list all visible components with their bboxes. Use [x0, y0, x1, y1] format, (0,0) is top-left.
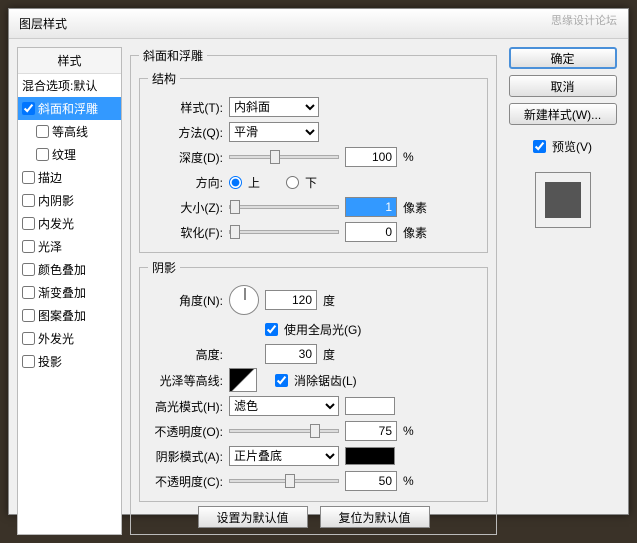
- soften-input[interactable]: [345, 222, 397, 242]
- preview-checkbox[interactable]: [533, 140, 546, 153]
- soften-label: 软化(F):: [148, 224, 223, 241]
- sidebar-blending-options[interactable]: 混合选项:默认: [18, 74, 121, 97]
- sidebar-item-外发光[interactable]: 外发光: [18, 327, 121, 350]
- right-panel: 确定 取消 新建样式(W)... 预览(V): [505, 47, 620, 535]
- angle-input[interactable]: [265, 290, 317, 310]
- sidebar-item-label: 颜色叠加: [38, 261, 86, 278]
- sidebar-item-斜面和浮雕[interactable]: 斜面和浮雕: [18, 97, 121, 120]
- sidebar-item-label: 纹理: [52, 146, 76, 163]
- sidebar-item-label: 内阴影: [38, 192, 74, 209]
- sidebar-checkbox[interactable]: [22, 102, 35, 115]
- style-select[interactable]: 内斜面: [229, 97, 319, 117]
- shading-fieldset: 阴影 角度(N): 度 使用全局光(G) 高度:: [139, 259, 488, 502]
- ok-button[interactable]: 确定: [509, 47, 617, 69]
- shadow-mode-select[interactable]: 正片叠底: [229, 446, 339, 466]
- highlight-color-swatch[interactable]: [345, 397, 395, 415]
- sidebar-checkbox[interactable]: [22, 355, 35, 368]
- sidebar-checkbox[interactable]: [36, 125, 49, 138]
- style-label: 样式(T):: [148, 99, 223, 116]
- sidebar-item-label: 图案叠加: [38, 307, 86, 324]
- make-default-button[interactable]: 设置为默认值: [198, 506, 308, 528]
- sidebar-item-颜色叠加[interactable]: 颜色叠加: [18, 258, 121, 281]
- sidebar-checkbox[interactable]: [22, 332, 35, 345]
- sidebar-item-label: 斜面和浮雕: [38, 100, 98, 117]
- size-input[interactable]: [345, 197, 397, 217]
- layer-style-dialog: 图层样式 样式 混合选项:默认 斜面和浮雕等高线纹理描边内阴影内发光光泽颜色叠加…: [8, 8, 629, 515]
- watermark-text: 思缘设计论坛: [551, 12, 617, 28]
- sidebar-checkbox[interactable]: [22, 286, 35, 299]
- sidebar-item-光泽[interactable]: 光泽: [18, 235, 121, 258]
- sidebar-item-渐变叠加[interactable]: 渐变叠加: [18, 281, 121, 304]
- technique-select[interactable]: 平滑: [229, 122, 319, 142]
- sidebar-item-label: 外发光: [38, 330, 74, 347]
- sidebar-item-label: 描边: [38, 169, 62, 186]
- new-style-button[interactable]: 新建样式(W)...: [509, 103, 617, 125]
- sidebar-item-label: 内发光: [38, 215, 74, 232]
- sidebar-item-label: 渐变叠加: [38, 284, 86, 301]
- size-label: 大小(Z):: [148, 199, 223, 216]
- structure-fieldset: 结构 样式(T): 内斜面 方法(Q): 平滑 深度(D): %: [139, 70, 488, 253]
- sidebar-checkbox[interactable]: [22, 217, 35, 230]
- shadow-opacity-slider[interactable]: [229, 479, 339, 483]
- sidebar-item-内阴影[interactable]: 内阴影: [18, 189, 121, 212]
- preview-swatch: [535, 172, 591, 228]
- highlight-mode-select[interactable]: 滤色: [229, 396, 339, 416]
- highlight-opacity-slider[interactable]: [229, 429, 339, 433]
- direction-down-radio[interactable]: [286, 176, 299, 189]
- sidebar-item-label: 等高线: [52, 123, 88, 140]
- bevel-legend: 斜面和浮雕: [139, 47, 207, 64]
- shadow-color-swatch[interactable]: [345, 447, 395, 465]
- sidebar-checkbox[interactable]: [36, 148, 49, 161]
- shadow-mode-label: 阴影模式(A):: [148, 448, 223, 465]
- highlight-opacity-input[interactable]: [345, 421, 397, 441]
- global-light-checkbox[interactable]: [265, 323, 278, 336]
- angle-dial[interactable]: [229, 285, 259, 315]
- sidebar-header: 样式: [18, 48, 121, 74]
- antialias-checkbox[interactable]: [275, 374, 288, 387]
- gloss-contour[interactable]: [229, 368, 257, 392]
- sidebar-item-图案叠加[interactable]: 图案叠加: [18, 304, 121, 327]
- sidebar-item-投影[interactable]: 投影: [18, 350, 121, 373]
- sidebar-item-label: 投影: [38, 353, 62, 370]
- sidebar-item-描边[interactable]: 描边: [18, 166, 121, 189]
- depth-label: 深度(D):: [148, 149, 223, 166]
- sidebar-checkbox[interactable]: [22, 194, 35, 207]
- sidebar-checkbox[interactable]: [22, 309, 35, 322]
- bevel-fieldset: 斜面和浮雕 结构 样式(T): 内斜面 方法(Q): 平滑 深度(D):: [130, 47, 497, 535]
- depth-input[interactable]: [345, 147, 397, 167]
- sidebar-checkbox[interactable]: [22, 263, 35, 276]
- size-slider[interactable]: [229, 205, 339, 209]
- sidebar-item-label: 光泽: [38, 238, 62, 255]
- reset-default-button[interactable]: 复位为默认值: [320, 506, 430, 528]
- direction-up-radio[interactable]: [229, 176, 242, 189]
- highlight-opacity-label: 不透明度(O):: [148, 423, 223, 440]
- depth-slider[interactable]: [229, 155, 339, 159]
- sidebar-item-内发光[interactable]: 内发光: [18, 212, 121, 235]
- angle-label: 角度(N):: [148, 292, 223, 309]
- technique-label: 方法(Q):: [148, 124, 223, 141]
- styles-sidebar: 样式 混合选项:默认 斜面和浮雕等高线纹理描边内阴影内发光光泽颜色叠加渐变叠加图…: [17, 47, 122, 535]
- altitude-input[interactable]: [265, 344, 317, 364]
- gloss-label: 光泽等高线:: [148, 372, 223, 389]
- sidebar-item-等高线[interactable]: 等高线: [18, 120, 121, 143]
- shadow-opacity-input[interactable]: [345, 471, 397, 491]
- soften-slider[interactable]: [229, 230, 339, 234]
- cancel-button[interactable]: 取消: [509, 75, 617, 97]
- shadow-opacity-label: 不透明度(C):: [148, 473, 223, 490]
- window-title: 图层样式: [9, 9, 628, 39]
- sidebar-checkbox[interactable]: [22, 240, 35, 253]
- sidebar-checkbox[interactable]: [22, 171, 35, 184]
- direction-label: 方向:: [148, 174, 223, 191]
- highlight-mode-label: 高光模式(H):: [148, 398, 223, 415]
- main-panel: 斜面和浮雕 结构 样式(T): 内斜面 方法(Q): 平滑 深度(D):: [130, 47, 497, 535]
- sidebar-item-纹理[interactable]: 纹理: [18, 143, 121, 166]
- altitude-label: 高度:: [148, 346, 223, 363]
